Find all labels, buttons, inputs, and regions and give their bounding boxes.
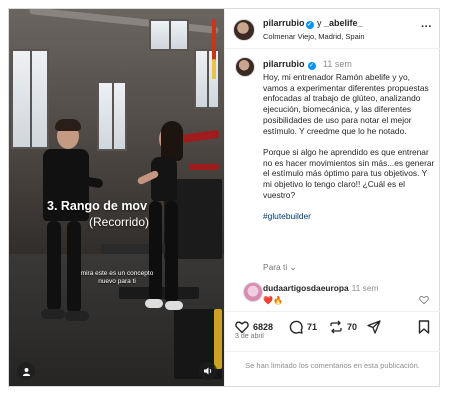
gym-window xyxy=(97,81,127,151)
gym-machine-bar xyxy=(189,164,219,170)
header-location[interactable]: Colmenar Viejo, Madrid, Spain xyxy=(263,32,365,41)
action-bar: 6828 71 70 xyxy=(225,311,440,334)
reel-icon xyxy=(210,19,218,79)
caption-username[interactable]: pilarrubio xyxy=(263,59,305,69)
caption-time[interactable]: 11 sem xyxy=(323,59,352,69)
bookmark-icon xyxy=(418,320,430,334)
heart-icon[interactable] xyxy=(419,295,429,305)
avatar[interactable] xyxy=(235,57,255,77)
speaker-icon xyxy=(204,367,212,375)
post-modal: 3. Rango de mov (Recorrido) mira este es… xyxy=(8,8,440,387)
heart-icon xyxy=(235,321,249,334)
chevron-down-icon: ⌄ xyxy=(289,262,297,272)
post-header: pilarrubio ✓ y _abelife_ Colmenar Viejo, … xyxy=(225,9,440,49)
post-sidebar: pilarrubio ✓ y _abelife_ Colmenar Viejo, … xyxy=(224,9,440,386)
repost-icon xyxy=(330,320,342,334)
video-caption: mira este es un concepto nuevo para ti xyxy=(80,270,154,285)
caption-paragraph: Hoy, mi entrenador Ramón abelife y yo, v… xyxy=(263,72,429,136)
share-button[interactable] xyxy=(367,320,385,334)
verified-icon: ✓ xyxy=(305,21,314,29)
post-date[interactable]: 3 de abril xyxy=(235,333,264,340)
caption-paragraph: Porque si algo he aprendido es que entre… xyxy=(263,146,435,200)
comment-button[interactable]: 71 xyxy=(289,320,317,334)
hashtag-link[interactable]: #glutebuilder xyxy=(263,211,435,222)
comments-limited-notice: Se han limitado los comentarios en esta … xyxy=(225,351,440,386)
gym-window xyxy=(149,19,189,51)
comment-header: dudaartigosdaeuropa 11 sem xyxy=(263,283,378,293)
header-accounts: pilarrubio ✓ y _abelife_ xyxy=(263,18,363,29)
more-options-icon[interactable]: ··· xyxy=(421,21,432,33)
like-count: 6828 xyxy=(253,322,274,332)
user-tag-button[interactable] xyxy=(17,362,35,380)
avatar[interactable] xyxy=(233,19,255,41)
gym-window xyxy=(11,49,49,149)
caption-header: pilarrubio ✓ 11 sem xyxy=(263,59,352,70)
translate-label: Para ti xyxy=(263,262,288,272)
like-button[interactable]: 6828 xyxy=(235,320,273,334)
gym-yellow-post xyxy=(214,309,222,369)
comment-count: 71 xyxy=(307,322,318,332)
video-overlay-title: 3. Rango de mov xyxy=(47,199,148,213)
header-separator: y xyxy=(317,18,322,28)
comment-text: ❤️🔥 xyxy=(263,296,283,305)
repost-count: 70 xyxy=(347,322,358,332)
comment-icon xyxy=(289,320,303,334)
comment-item: dudaartigosdaeuropa 11 sem ❤️🔥 xyxy=(233,281,439,309)
mute-button[interactable] xyxy=(199,362,217,380)
header-collaborator[interactable]: _abelife_ xyxy=(324,18,363,28)
verified-icon: ✓ xyxy=(307,62,316,70)
video-overlay-subtitle: (Recorrido) xyxy=(89,215,150,229)
header-username[interactable]: pilarrubio xyxy=(263,18,305,28)
save-button[interactable] xyxy=(418,320,434,334)
repost-button[interactable]: 70 xyxy=(329,320,357,334)
user-icon xyxy=(22,367,30,376)
comment-time: 11 sem xyxy=(351,283,379,293)
caption-text: Hoy, mi entrenador Ramón abelife y yo, v… xyxy=(263,72,435,232)
video-player[interactable]: 3. Rango de mov (Recorrido) mira este es… xyxy=(9,9,224,386)
comment-username[interactable]: dudaartigosdaeuropa xyxy=(263,283,349,293)
translate-dropdown[interactable]: Para ti ⌄ xyxy=(263,262,297,272)
send-icon xyxy=(367,320,381,334)
avatar[interactable] xyxy=(243,282,263,302)
